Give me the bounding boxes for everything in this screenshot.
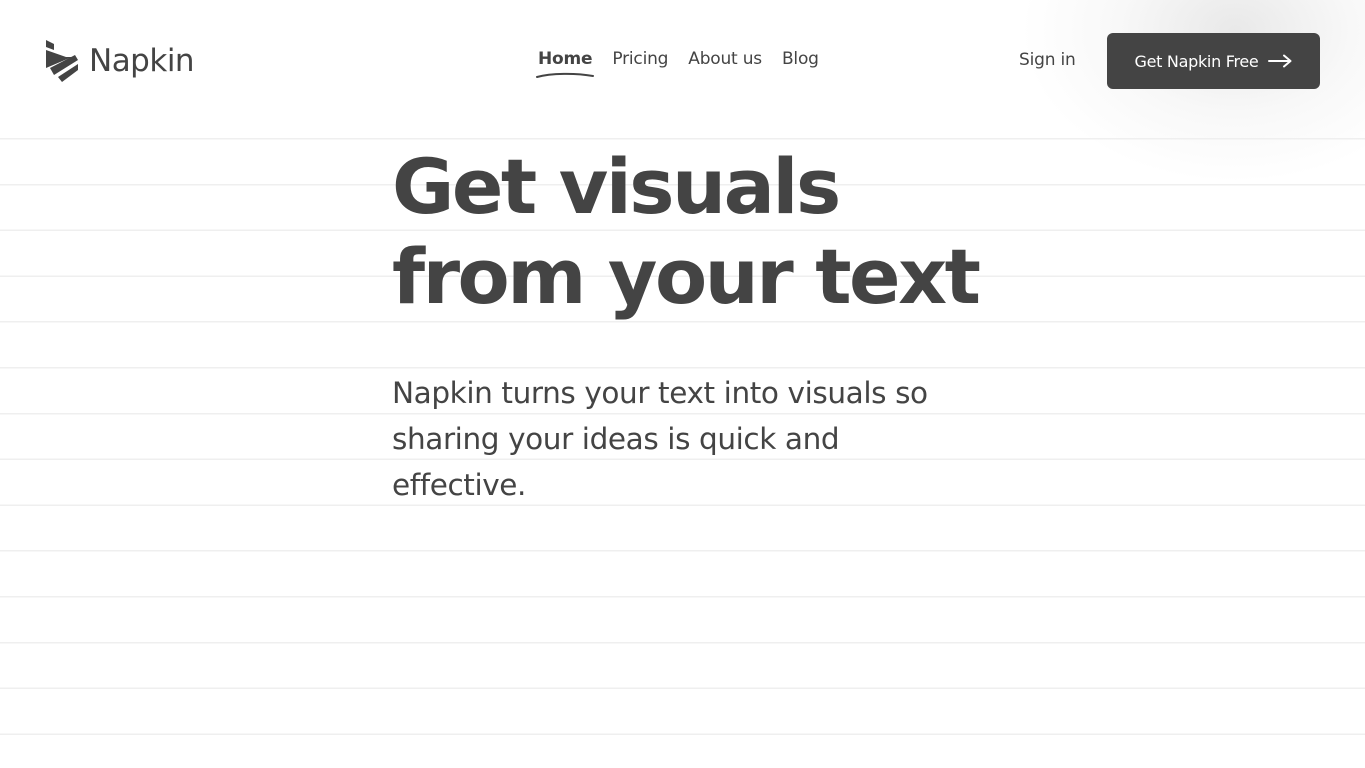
- get-napkin-free-button[interactable]: Get Napkin Free: [1107, 33, 1320, 89]
- nav-item-about-us[interactable]: About us: [688, 49, 762, 69]
- napkin-stripes-icon: [46, 40, 78, 82]
- main-nav: Home Pricing About us Blog: [536, 49, 839, 78]
- nav-item-pricing[interactable]: Pricing: [612, 49, 668, 69]
- brand-logo-link[interactable]: Napkin: [45, 38, 195, 84]
- nav-item-label: Home: [538, 49, 593, 69]
- nav-item-blog[interactable]: Blog: [782, 49, 819, 69]
- landing-page: Napkin Home Pricing About us Blog Sign i…: [0, 0, 1365, 768]
- hero-title-line-1: Get visuals: [392, 142, 841, 231]
- cta-label: Get Napkin Free: [1134, 51, 1259, 71]
- nav-item-home[interactable]: Home: [536, 49, 594, 78]
- background-glow: [1025, 0, 1365, 180]
- arrow-right-icon: [1268, 54, 1292, 68]
- nav-item-label: About us: [688, 49, 762, 69]
- active-underline: [536, 72, 594, 78]
- brand-name: Napkin: [89, 43, 195, 79]
- nav-item-label: Pricing: [612, 49, 669, 69]
- sign-in-link[interactable]: Sign in: [1019, 50, 1076, 70]
- hero-subtitle: Napkin turns your text into visuals so s…: [392, 376, 928, 502]
- hero-title-line-2: from your text: [392, 232, 981, 321]
- nav-item-label: Blog: [781, 49, 819, 69]
- hero-title: Get visuals from your text: [392, 142, 1012, 322]
